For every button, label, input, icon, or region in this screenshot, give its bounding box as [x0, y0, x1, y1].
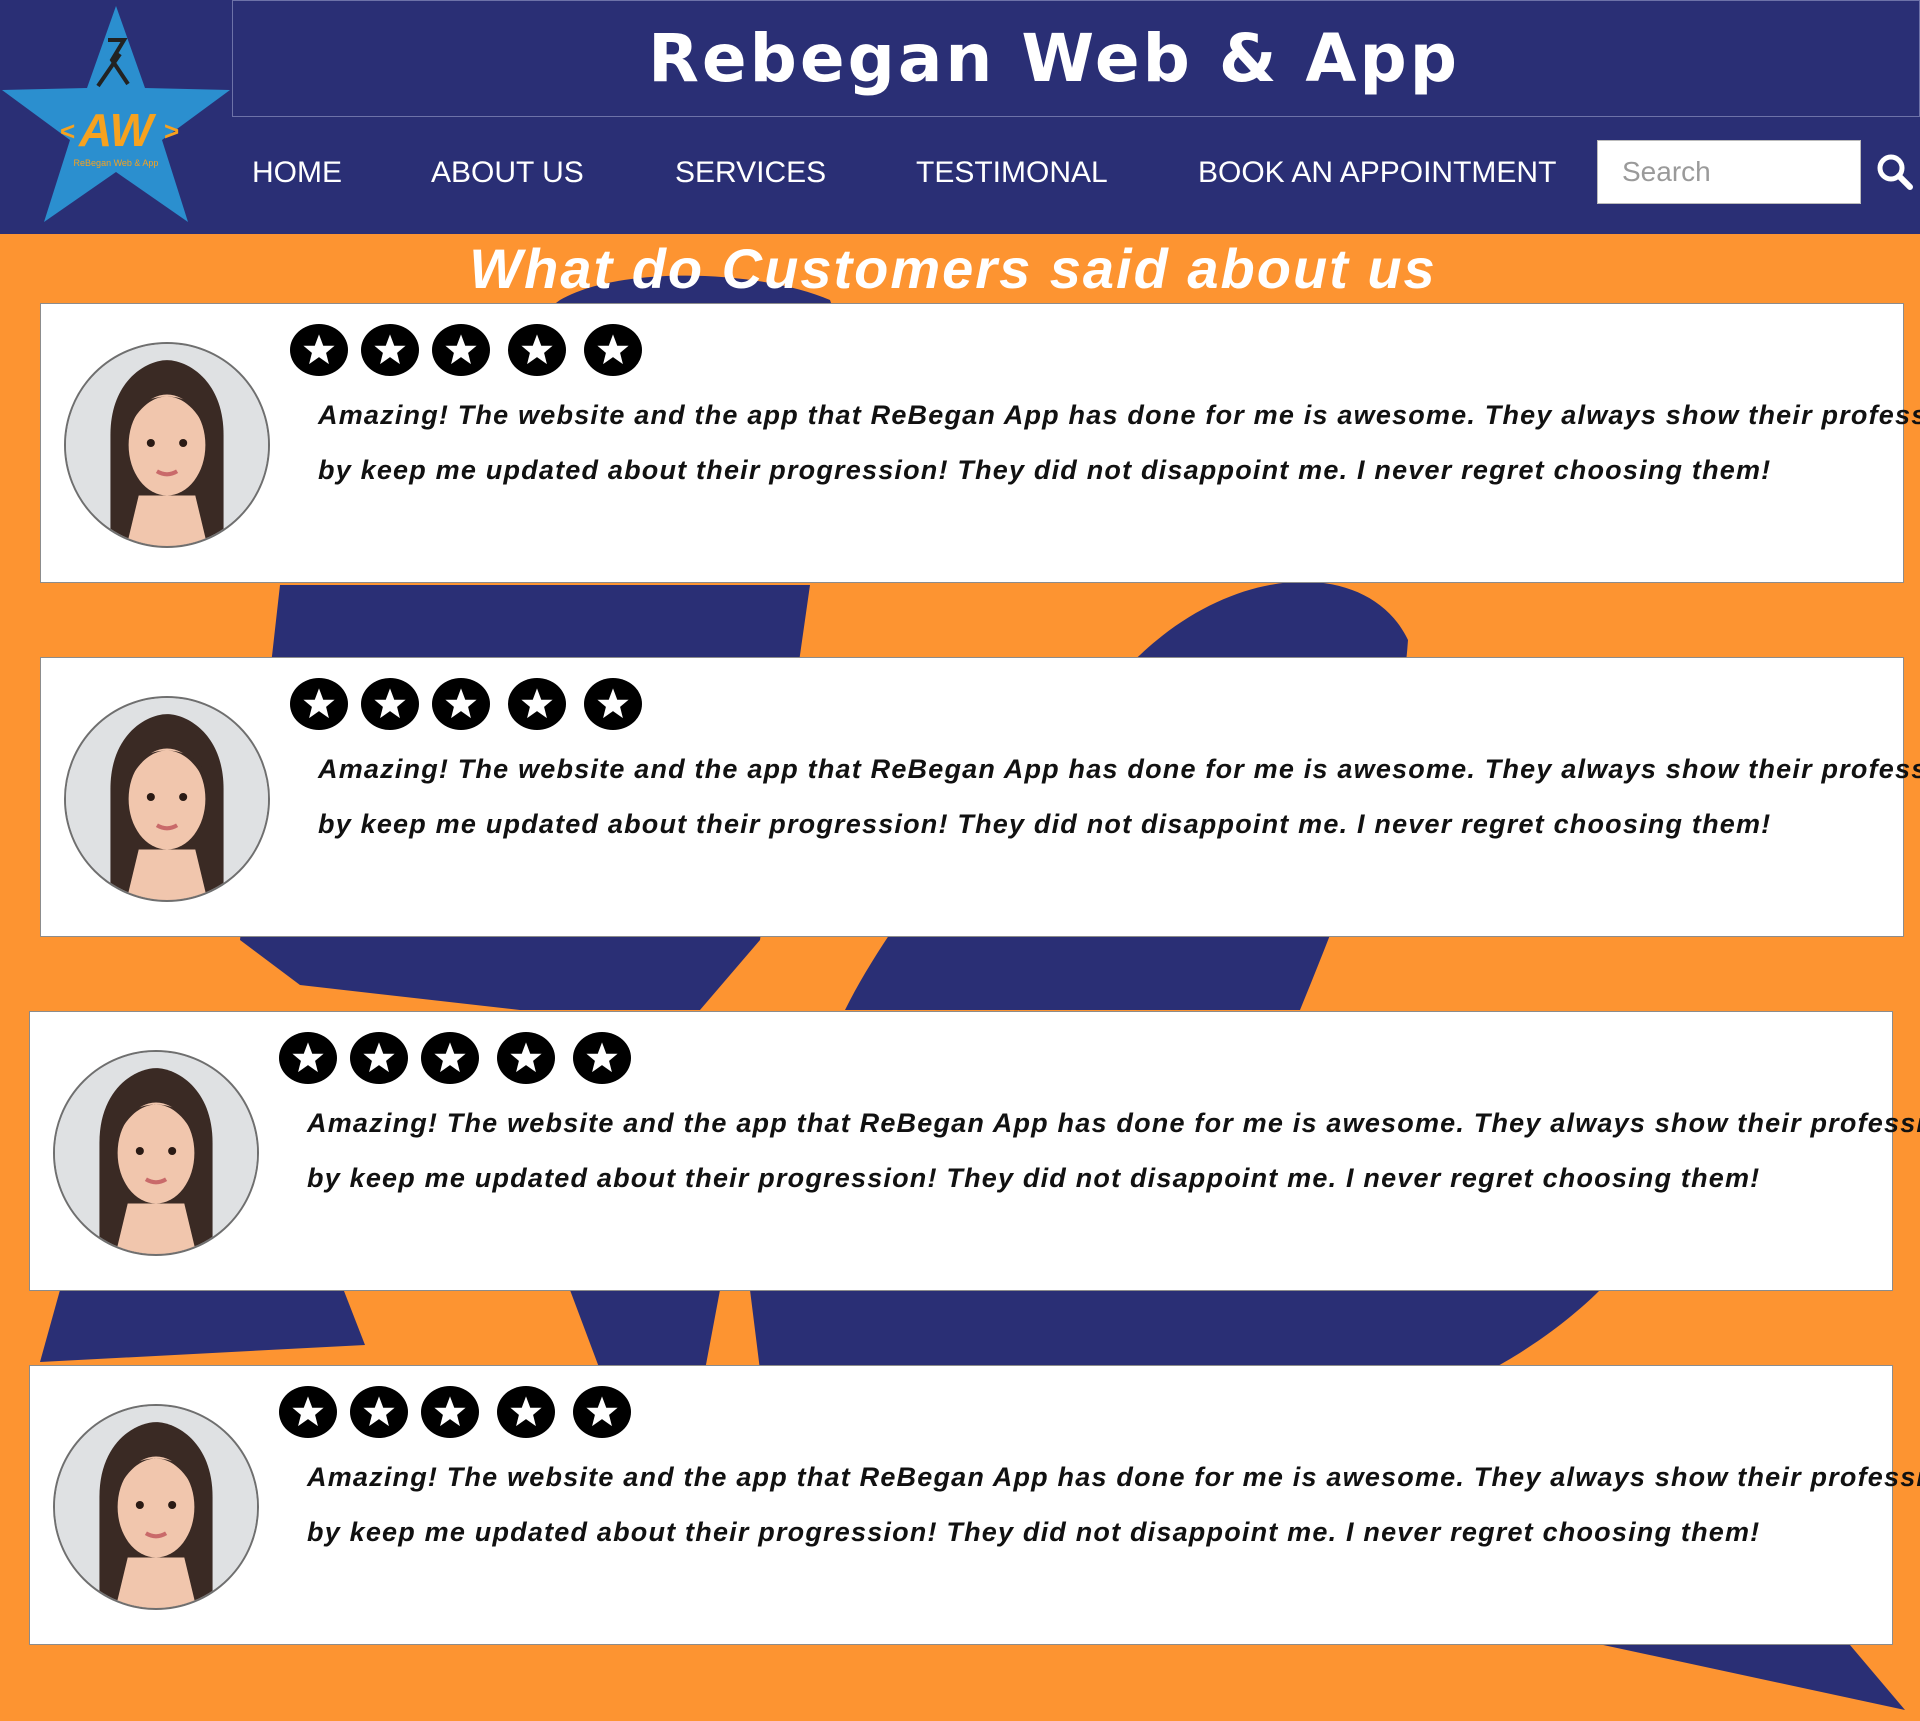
site-title: Rebegan Web & App	[648, 20, 1460, 97]
section-heading: What do Customers said about us	[469, 237, 1437, 300]
star-icon	[361, 324, 419, 376]
review-line-2: by keep me updated about their progressi…	[318, 809, 1772, 839]
review-text: Amazing! The website and the app that Re…	[307, 1096, 1920, 1206]
star-icon	[584, 678, 642, 730]
star-icon	[573, 1386, 631, 1438]
svg-text:ReBegan Web & App: ReBegan Web & App	[74, 158, 159, 168]
star-icon	[290, 678, 348, 730]
star-icon	[279, 1032, 337, 1084]
nav-bar: HOME ABOUT US SERVICES TESTIMONAL BOOK A…	[232, 117, 1920, 234]
star-icon	[361, 678, 419, 730]
avatar-photo-icon	[66, 698, 268, 900]
avatar-photo-icon	[66, 344, 268, 546]
star-icon	[508, 678, 566, 730]
star-icon	[573, 1032, 631, 1084]
testimonial-card: Amazing! The website and the app that Re…	[40, 303, 1920, 583]
header-title-bar: Rebegan Web & App	[232, 0, 1920, 117]
logo-star-icon: < > AW ReBegan Web & App	[2, 6, 230, 222]
avatar	[64, 696, 270, 902]
review-line-1: Amazing! The website and the app that Re…	[307, 1108, 1920, 1138]
svg-text:AW: AW	[78, 104, 157, 156]
star-icon	[421, 1032, 479, 1084]
avatar-photo-icon	[55, 1406, 257, 1608]
star-icon	[432, 324, 490, 376]
star-icon	[290, 324, 348, 376]
logo[interactable]: < > AW ReBegan Web & App	[0, 0, 232, 234]
testimonial-card: Amazing! The website and the app that Re…	[29, 1011, 1920, 1291]
testimonial-card: Amazing! The website and the app that Re…	[29, 1365, 1920, 1645]
review-line-2: by keep me updated about their progressi…	[307, 1517, 1761, 1547]
review-text: Amazing! The website and the app that Re…	[318, 742, 1920, 852]
review-line-1: Amazing! The website and the app that Re…	[318, 400, 1920, 430]
star-icon	[508, 324, 566, 376]
avatar-photo-icon	[55, 1052, 257, 1254]
svg-text:>: >	[164, 116, 179, 146]
search-input[interactable]	[1597, 140, 1861, 204]
star-icon	[350, 1032, 408, 1084]
avatar	[53, 1404, 259, 1610]
star-icon	[432, 678, 490, 730]
star-icon	[497, 1386, 555, 1438]
star-icon	[497, 1032, 555, 1084]
search-button[interactable]	[1875, 152, 1915, 192]
testimonial-card: Amazing! The website and the app that Re…	[40, 657, 1920, 937]
review-line-2: by keep me updated about their progressi…	[318, 455, 1772, 485]
star-icon	[421, 1386, 479, 1438]
avatar	[64, 342, 270, 548]
avatar	[53, 1050, 259, 1256]
review-line-2: by keep me updated about their progressi…	[307, 1163, 1761, 1193]
nav-item-testimonal[interactable]: TESTIMONAL	[916, 117, 1108, 234]
star-icon	[279, 1386, 337, 1438]
review-text: Amazing! The website and the app that Re…	[307, 1450, 1920, 1560]
review-line-1: Amazing! The website and the app that Re…	[318, 754, 1920, 784]
nav-item-book-an-appointment[interactable]: BOOK AN APPOINTMENT	[1198, 117, 1556, 234]
star-icon	[584, 324, 642, 376]
star-icon	[350, 1386, 408, 1438]
review-text: Amazing! The website and the app that Re…	[318, 388, 1920, 498]
nav-item-home[interactable]: HOME	[252, 117, 342, 234]
nav-item-services[interactable]: SERVICES	[675, 117, 826, 234]
search-icon	[1877, 154, 1913, 190]
svg-text:<: <	[60, 116, 75, 146]
review-line-1: Amazing! The website and the app that Re…	[307, 1462, 1920, 1492]
nav-item-about-us[interactable]: ABOUT US	[431, 117, 584, 234]
